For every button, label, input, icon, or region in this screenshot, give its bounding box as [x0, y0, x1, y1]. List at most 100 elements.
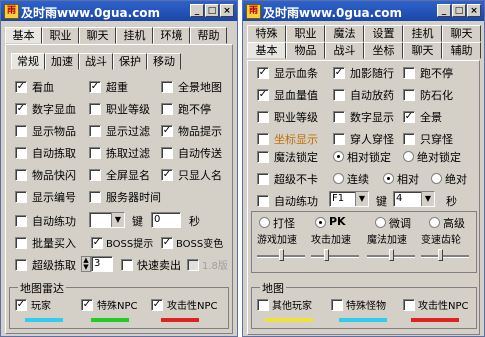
speed-slider-thumb[interactable] [389, 249, 394, 261]
auto-practice-checkbox[interactable] [15, 215, 27, 227]
mode-radio[interactable] [259, 217, 270, 228]
option-checkbox[interactable] [89, 191, 101, 203]
quick-sell-checkbox[interactable] [121, 259, 133, 271]
option-checkbox[interactable] [333, 89, 345, 101]
speed-slider-track[interactable] [421, 255, 469, 258]
option-checkbox[interactable] [15, 191, 27, 203]
radar-checkbox[interactable]: ✓ [151, 299, 163, 311]
tab-row1-4[interactable]: 挂机 [403, 25, 442, 42]
super-nolag-checkbox[interactable] [257, 173, 269, 185]
option-checkbox[interactable] [403, 133, 415, 145]
sub-tab-0[interactable]: 常规 [11, 53, 45, 70]
right-title-bar[interactable]: 雨 及时雨www.0gua.com _ □ × [243, 1, 484, 21]
option-checkbox[interactable] [257, 111, 269, 123]
option-checkbox[interactable]: ✓ [257, 89, 269, 101]
tab-row2-4[interactable]: 聊天 [403, 42, 442, 59]
option-checkbox[interactable] [89, 169, 101, 181]
close-button[interactable]: × [220, 4, 234, 17]
tab-row2-5[interactable]: 辅助 [442, 42, 481, 59]
tab-row2-3[interactable]: 坐标 [364, 42, 403, 59]
super-pickup-checkbox[interactable] [15, 259, 27, 271]
option-checkbox[interactable] [403, 67, 415, 79]
option-checkbox[interactable]: ✓ [333, 67, 345, 79]
speed-slider-thumb[interactable] [324, 249, 329, 261]
tab-row2-1[interactable]: 物品 [286, 42, 325, 59]
option-checkbox[interactable]: ✓ [403, 111, 415, 123]
minimize-button[interactable]: _ [437, 4, 451, 17]
option-checkbox[interactable] [161, 147, 173, 159]
practice-key-select[interactable]: ▼ [89, 212, 125, 228]
mode-radio[interactable] [315, 217, 326, 228]
option-checkbox[interactable] [333, 133, 345, 145]
option-checkbox[interactable] [89, 103, 101, 115]
tab-1[interactable]: 职业 [42, 27, 79, 44]
option-checkbox[interactable]: ✓ [89, 81, 101, 93]
option-checkbox[interactable]: ✓ [161, 125, 173, 137]
tab-row2-2[interactable]: 战斗 [325, 42, 364, 59]
map-checkbox[interactable] [331, 299, 343, 311]
right-interval-select[interactable]: 4 ▼ [393, 191, 435, 207]
option-checkbox[interactable] [161, 103, 173, 115]
option-checkbox[interactable]: ✓ [15, 103, 27, 115]
tab-row1-2[interactable]: 魔法 [325, 25, 364, 42]
option-checkbox[interactable]: ✓ [161, 169, 173, 181]
map-checkbox[interactable] [257, 299, 269, 311]
maximize-button[interactable]: □ [452, 4, 466, 17]
radar-checkbox[interactable]: ✓ [81, 299, 93, 311]
radar-checkbox[interactable]: ✓ [15, 299, 27, 311]
mode-radio[interactable] [429, 217, 440, 228]
tab-5[interactable]: 帮助 [190, 27, 227, 44]
tab-row2-0[interactable]: 基本 [247, 42, 286, 59]
tab-row1-1[interactable]: 职业 [286, 25, 325, 42]
option-checkbox[interactable] [333, 111, 345, 123]
tab-row1-5[interactable]: 聊天 [442, 25, 481, 42]
tab-row1-0[interactable]: 特殊 [247, 25, 286, 42]
minimize-button[interactable]: _ [190, 4, 204, 17]
practice-interval-input[interactable]: 0 [151, 212, 181, 228]
relative-lock-radio[interactable] [333, 151, 344, 162]
magic-lock-checkbox[interactable] [257, 151, 269, 163]
map-checkbox[interactable] [403, 299, 415, 311]
maximize-button[interactable]: □ [205, 4, 219, 17]
sub-tab-3[interactable]: 保护 [113, 53, 147, 70]
continuous-radio[interactable] [333, 173, 344, 184]
relative-radio[interactable] [383, 173, 394, 184]
option-checkbox[interactable] [257, 133, 269, 145]
left-title-bar[interactable]: 雨 及时雨www.0gua.com _ □ × [1, 1, 237, 21]
tab-row1-3[interactable]: 设置 [364, 25, 403, 42]
quick-sell-label: 快速卖出 [137, 259, 181, 272]
f-key-select[interactable]: F1 ▼ [329, 191, 369, 207]
speed-slider-thumb[interactable] [279, 249, 284, 261]
tab-3[interactable]: 挂机 [116, 27, 153, 44]
pickup-value-input[interactable]: 3 [91, 256, 113, 272]
option-checkbox[interactable] [89, 125, 101, 137]
tab-2[interactable]: 聊天 [79, 27, 116, 44]
option-checkbox[interactable] [15, 169, 27, 181]
option-checkbox[interactable]: ✓ [257, 67, 269, 79]
boss-alert-checkbox[interactable]: ✓ [91, 237, 103, 249]
option-checkbox[interactable] [403, 89, 415, 101]
option-checkbox[interactable] [15, 125, 27, 137]
absolute-radio[interactable] [431, 173, 442, 184]
speed-slider-track[interactable] [311, 255, 359, 258]
boss-color-checkbox[interactable]: ✓ [161, 237, 173, 249]
map-color-bar [339, 318, 387, 322]
speed-slider-thumb[interactable] [438, 249, 443, 261]
tab-4[interactable]: 环境 [153, 27, 190, 44]
option-checkbox[interactable] [89, 147, 101, 159]
pickup-spinner[interactable]: ▲ ▼ [81, 256, 91, 272]
sub-tab-4[interactable]: 移动 [147, 53, 181, 70]
map-label: 特殊怪物 [346, 301, 386, 312]
mode-radio[interactable] [375, 217, 386, 228]
right-auto-practice-checkbox[interactable] [257, 195, 269, 207]
absolute-lock-radio[interactable] [403, 151, 414, 162]
sub-tab-2[interactable]: 战斗 [79, 53, 113, 70]
sub-tab-1[interactable]: 加速 [45, 53, 79, 70]
option-checkbox[interactable]: ✓ [15, 81, 27, 93]
close-button[interactable]: × [467, 4, 481, 17]
option-checkbox[interactable] [15, 147, 27, 159]
option-checkbox[interactable] [161, 81, 173, 93]
tab-0[interactable]: 基本 [5, 27, 42, 44]
mode-label: PK [329, 215, 346, 228]
batch-buy-checkbox[interactable] [15, 237, 27, 249]
